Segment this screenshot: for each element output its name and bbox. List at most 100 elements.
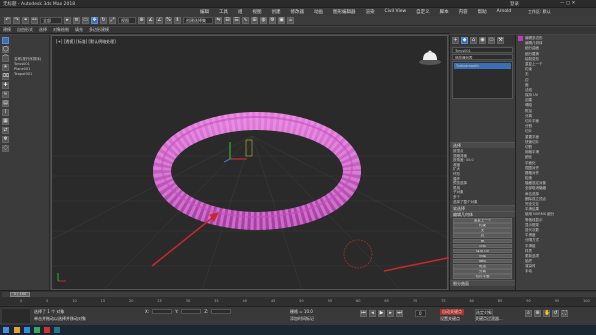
filter-hidden-icon[interactable]: ◌ (2, 145, 9, 152)
menu-item[interactable]: Arnold (497, 9, 512, 15)
menu-item[interactable]: 工具 (219, 9, 228, 15)
current-frame-field[interactable]: 0 (415, 310, 426, 317)
maxscript-listener[interactable] (2, 309, 30, 323)
edit-geometry-button[interactable]: 保持 UV (453, 248, 512, 254)
edit-geometry-button[interactable]: 创建 (453, 253, 512, 259)
edit-geometry-button[interactable]: 塌陷 (453, 258, 512, 264)
maximize-icon[interactable]: ⛶ (561, 310, 568, 317)
render-frame-icon[interactable]: ▣ (278, 17, 285, 24)
time-slider[interactable]: 0 / 100 (10, 292, 30, 297)
curve-editor-icon[interactable]: ∿ (242, 17, 249, 24)
ribbon-tab[interactable]: 填充 (75, 27, 83, 33)
reference-coord-dropdown[interactable]: 视图 (118, 17, 136, 24)
menu-item[interactable]: 自定义 (416, 9, 430, 15)
menu-item[interactable]: 创建 (272, 9, 281, 15)
filter-all-icon[interactable] (2, 37, 9, 44)
angle-snap-icon[interactable]: ∠ (156, 17, 163, 24)
align-icon[interactable]: ⊟ (224, 17, 231, 24)
next-frame-icon[interactable]: ▸ (387, 310, 394, 317)
stack-item[interactable]: Turbosmooth (454, 63, 511, 69)
edit-geometry-button[interactable]: 分离 (453, 269, 512, 274)
menu-item[interactable]: 编辑 (200, 9, 209, 15)
workspace-label[interactable]: 工作区: 默认 (528, 9, 551, 15)
taskbar-app-icon-4[interactable] (44, 327, 50, 333)
ribbon-tab[interactable]: 建模 (3, 27, 11, 33)
edit-geometry-button[interactable]: 重复上一个 (453, 218, 512, 223)
motion-tab-icon[interactable]: ◉ (479, 37, 486, 44)
percent-snap-icon[interactable]: % (165, 17, 172, 24)
edit-geometry-button[interactable]: 无 (453, 228, 512, 233)
orbit-icon[interactable]: ↺ (552, 310, 559, 317)
edit-geometry-button[interactable]: 附加 (453, 263, 512, 269)
display-tab-icon[interactable]: ▭ (488, 37, 495, 44)
login-label[interactable]: 登录 (510, 1, 519, 7)
time-tag-button[interactable]: 添加时间标记 (290, 316, 314, 322)
render-setup-icon[interactable]: ⚙ (269, 17, 276, 24)
utilities-tab-icon[interactable]: ⚒ (497, 37, 504, 44)
scene-item[interactable]: Teapot001 (14, 72, 48, 77)
go-start-icon[interactable]: ⏮ (360, 310, 367, 317)
snap-icon[interactable]: ∡ (147, 17, 154, 24)
filter-containers-icon[interactable]: ▦ (2, 118, 9, 125)
edit-geometry-button[interactable]: 法线 (453, 243, 512, 249)
zoom-icon[interactable]: ⌕ (525, 310, 532, 317)
edit-geometry-button[interactable]: 边 (453, 233, 512, 238)
menu-item[interactable]: 帮助 (478, 9, 487, 15)
spinner-snap-icon[interactable]: ⇕ (174, 17, 181, 24)
hierarchy-tab-icon[interactable]: ⌂ (470, 37, 477, 44)
undo-icon[interactable]: ↶ (4, 17, 11, 24)
filter-geometry-icon[interactable]: ◯ (2, 46, 9, 53)
zoom-all-icon[interactable]: ⊕ (534, 310, 541, 317)
window-controls[interactable]: — ▢ ✕ (560, 1, 575, 6)
filter-cameras-icon[interactable]: ⌧ (2, 73, 9, 80)
y-field[interactable] (181, 309, 202, 314)
mirror-icon[interactable]: ⇋ (215, 17, 222, 24)
menu-item[interactable]: 内容 (459, 9, 468, 15)
object-name-field[interactable]: Torus001 (452, 47, 513, 53)
menu-item[interactable]: 图形编辑器 (333, 9, 356, 15)
filter-spacewarps-icon[interactable]: ≈ (2, 91, 9, 98)
pivot-icon[interactable]: ⊕ (138, 17, 145, 24)
selection-option[interactable]: 选择了整个对象 (453, 200, 512, 205)
go-end-icon[interactable]: ⏭ (396, 310, 403, 317)
object-color-swatch[interactable] (518, 36, 523, 41)
link-icon[interactable]: ⚭ (22, 17, 29, 24)
property-row[interactable]: 手动 (525, 269, 594, 274)
ribbon-sub-tab[interactable]: 多边形建模 (89, 27, 109, 33)
filter-groups-icon[interactable]: ▤ (2, 100, 9, 107)
menu-item[interactable]: Civil View (385, 9, 407, 15)
menu-item[interactable]: 组 (238, 9, 243, 15)
taskbar-3dsmax-icon[interactable] (54, 327, 60, 333)
prev-frame-icon[interactable]: ◂ (369, 310, 376, 317)
filter-helpers-icon[interactable]: ✚ (2, 82, 9, 89)
select-by-name-icon[interactable]: ≡ (73, 17, 80, 24)
menu-item[interactable]: 渲染 (366, 9, 375, 15)
modify-tab-icon[interactable]: ◆ (461, 37, 468, 44)
edit-geometry-button[interactable]: 切片平面 (453, 274, 512, 279)
filter-frozen-icon[interactable]: ❄ (2, 136, 9, 143)
timeline[interactable]: 0 / 100 0 5 10 15 20 25 30 35 40 45 50 55 60 65 70 75 80… (0, 290, 596, 306)
edit-geometry-button[interactable]: 约束 (453, 223, 512, 228)
auto-key-button[interactable]: 自动关键点 (440, 309, 464, 315)
ribbon-tab[interactable]: 选择 (39, 27, 47, 33)
x-field[interactable] (152, 309, 173, 314)
rect-select-icon[interactable]: ▭ (82, 17, 89, 24)
named-selection-dropdown[interactable]: 创建选择集 (183, 17, 213, 24)
menu-item[interactable]: 修改器 (291, 9, 305, 15)
create-tab-icon[interactable]: + (452, 37, 459, 44)
set-key-button[interactable]: 设置关键点 (440, 316, 460, 322)
ribbon-tab[interactable]: 对象绘制 (53, 27, 69, 33)
render-icon[interactable]: ☕ (287, 17, 294, 24)
taskbar-app-icon-3[interactable] (34, 327, 40, 333)
pan-icon[interactable]: ✋ (543, 310, 550, 317)
move-icon[interactable]: ✥ (91, 17, 98, 24)
edit-geometry-button[interactable]: 面 (453, 238, 512, 244)
select-icon[interactable]: ▸ (64, 17, 71, 24)
filter-bones-icon[interactable]: ⌇ (2, 109, 9, 116)
selection-filter-dropdown[interactable]: 全部 (40, 17, 62, 24)
rollout-subdivision-surface[interactable]: 细分曲面 (450, 280, 515, 287)
ribbon-tab[interactable]: 自由形式 (17, 27, 33, 33)
schematic-icon[interactable]: ⊞ (251, 17, 258, 24)
redo-icon[interactable]: ↷ (13, 17, 20, 24)
modifier-list-dropdown[interactable]: 修改器列表 (452, 54, 513, 60)
